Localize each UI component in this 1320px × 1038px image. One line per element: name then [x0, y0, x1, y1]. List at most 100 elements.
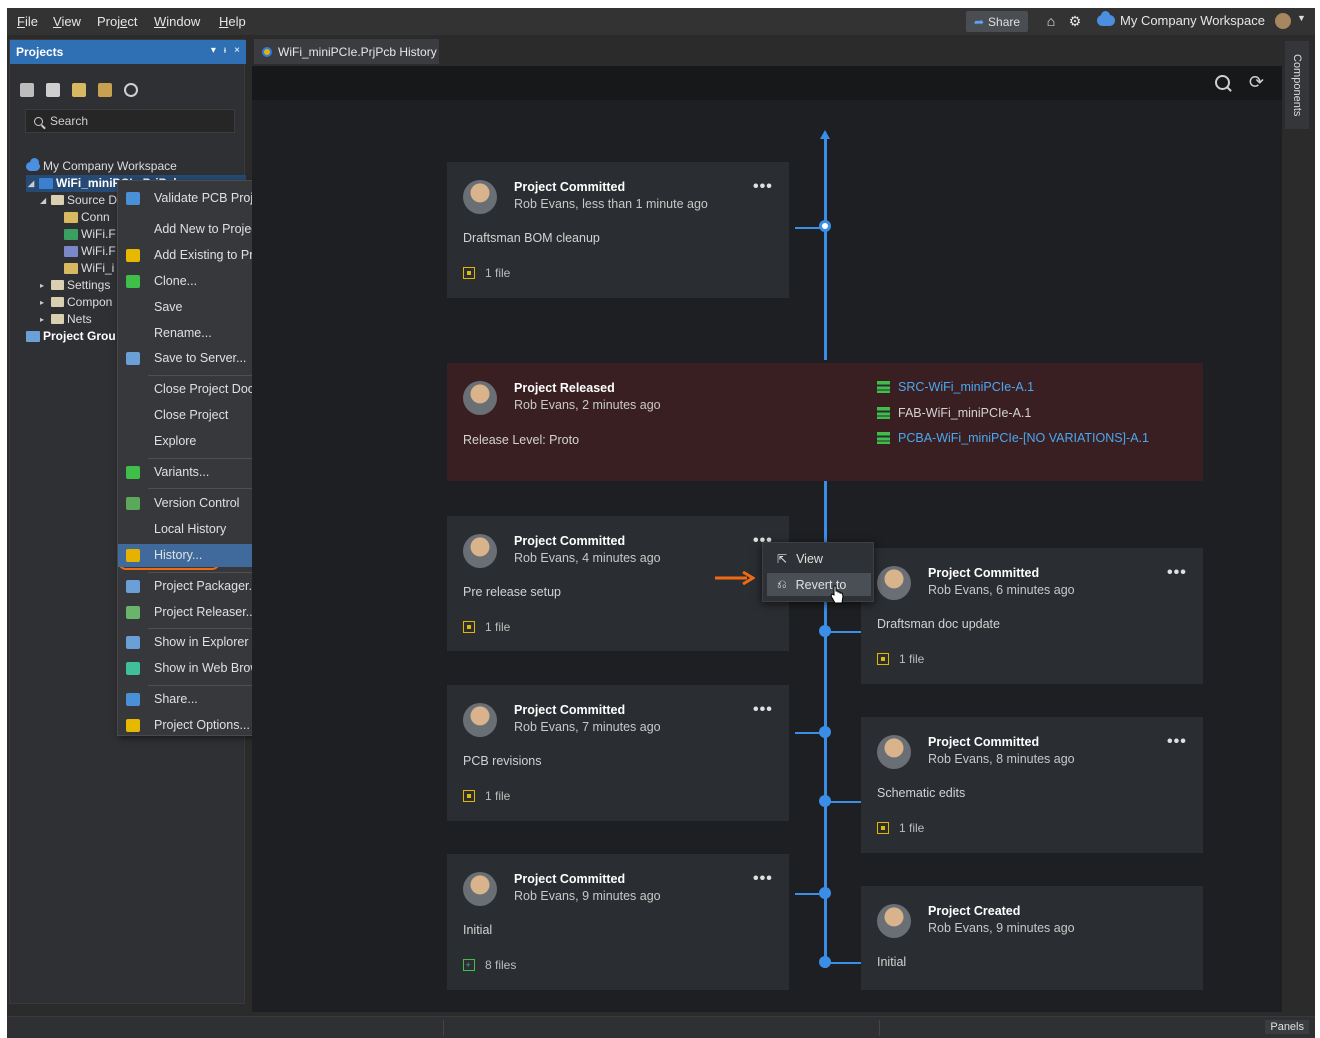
tree-item-project-group[interactable]: Project Grou: [26, 329, 116, 343]
menu-item-label: Close Project: [154, 408, 229, 422]
tree-label: My Company Workspace: [43, 159, 177, 173]
more-options-icon[interactable]: •••: [1167, 733, 1187, 751]
tree-label: Project Grou: [43, 329, 116, 343]
menu-item-label: Clone...: [154, 274, 198, 288]
tree-item-nets[interactable]: ▸ Nets: [40, 312, 92, 326]
history-card-release[interactable]: Project Released Rob Evans, 2 minutes ag…: [447, 363, 1203, 481]
release-link[interactable]: SRC-WiFi_miniPCIe-A.1: [877, 380, 1034, 394]
menu-item-label: Local History: [154, 522, 227, 536]
card-files[interactable]: 8 files: [463, 958, 516, 972]
tree-item-workspace[interactable]: My Company Workspace: [26, 157, 177, 173]
timeline-node[interactable]: [819, 220, 831, 232]
home-icon[interactable]: ⌂: [1043, 13, 1059, 29]
card-description: Draftsman BOM cleanup: [463, 231, 600, 245]
panel-menu-icon[interactable]: ▾: [211, 45, 216, 56]
more-options-icon[interactable]: •••: [753, 178, 773, 196]
pin-icon[interactable]: ᵼ: [224, 45, 226, 56]
clone-icon: [126, 275, 140, 288]
file-icon: [463, 621, 475, 633]
search-placeholder: Search: [50, 114, 89, 128]
card-files[interactable]: 1 file: [877, 821, 924, 835]
tree-item-document[interactable]: Conn: [64, 210, 110, 224]
open-folder-icon[interactable]: [72, 83, 86, 97]
expand-icon[interactable]: ▸: [40, 298, 48, 307]
tab-history[interactable]: WiFi_miniPCIe.PrjPcb History: [254, 39, 439, 64]
projects-search-input[interactable]: Search: [25, 109, 235, 133]
history-card[interactable]: Project Committed Rob Evans, 9 minutes a…: [447, 854, 789, 990]
tree-item-document[interactable]: WiFi_i: [64, 261, 114, 275]
more-options-icon[interactable]: •••: [753, 870, 773, 888]
share-button[interactable]: ➦ Share: [966, 11, 1028, 32]
card-files[interactable]: 1 file: [463, 789, 510, 803]
files-label: 1 file: [899, 821, 925, 835]
avatar: [463, 703, 497, 737]
history-card[interactable]: Project Committed Rob Evans, 7 minutes a…: [447, 685, 789, 821]
search-icon[interactable]: [1214, 74, 1232, 92]
timeline-node[interactable]: [819, 795, 831, 807]
panels-button[interactable]: Panels: [1265, 1020, 1309, 1034]
expand-icon[interactable]: ▸: [40, 315, 48, 324]
collapse-icon[interactable]: ◢: [28, 179, 36, 188]
tree-item-document[interactable]: WiFi.F: [64, 244, 116, 258]
menu-window[interactable]: Window: [154, 14, 200, 29]
close-icon[interactable]: ×: [234, 45, 240, 56]
menu-project[interactable]: Project: [97, 14, 137, 29]
files-label: 8 files: [485, 958, 517, 972]
more-options-icon[interactable]: •••: [1167, 564, 1187, 582]
history-card[interactable]: Project Committed Rob Evans, 8 minutes a…: [861, 717, 1203, 853]
hand-cursor-icon: [830, 585, 844, 604]
app-window: File View Project Window Help ➦ Share ⌂ …: [7, 8, 1315, 1038]
history-card[interactable]: Project Created Rob Evans, 9 minutes ago…: [861, 886, 1203, 990]
menu-bar: File View Project Window Help ➦ Share ⌂ …: [7, 8, 1315, 35]
card-files[interactable]: 1 file: [877, 652, 924, 666]
history-toolbar: ⟳: [252, 66, 1282, 100]
tree-item-components[interactable]: ▸ Compon: [40, 295, 112, 309]
timeline-arrow-icon: [820, 130, 830, 139]
folder-icon[interactable]: [98, 83, 112, 97]
revert-to-menu-item[interactable]: ⎌ Revert to: [767, 573, 871, 596]
card-files[interactable]: 1 file: [463, 620, 510, 634]
share-icon: ➦: [973, 14, 985, 29]
files-added-icon: [463, 959, 475, 971]
release-label: PCBA-WiFi_miniPCIe-[NO VARIATIONS]-A.1: [898, 431, 1149, 445]
card-files[interactable]: 1 file: [463, 266, 510, 280]
menu-help[interactable]: Help: [219, 14, 246, 29]
search-icon: [34, 116, 43, 126]
save-all-icon[interactable]: [46, 83, 60, 97]
card-subtitle: Rob Evans, less than 1 minute ago: [514, 197, 708, 211]
history-card[interactable]: Project Committed Rob Evans, 6 minutes a…: [861, 548, 1203, 684]
user-avatar[interactable]: [1275, 13, 1291, 29]
release-item[interactable]: FAB-WiFi_miniPCIe-A.1: [877, 406, 1031, 420]
status-bar: Panels: [7, 1016, 1315, 1038]
collapse-icon[interactable]: ◢: [40, 196, 48, 205]
settings-icon[interactable]: [124, 83, 138, 97]
menu-file[interactable]: File: [17, 14, 38, 29]
history-card[interactable]: Project Committed Rob Evans, less than 1…: [447, 162, 789, 298]
menu-view[interactable]: View: [53, 14, 81, 29]
timeline-node[interactable]: [819, 625, 831, 637]
folder-icon: [51, 280, 64, 290]
timeline-node[interactable]: [819, 726, 831, 738]
save-icon[interactable]: [20, 83, 34, 97]
release-link[interactable]: PCBA-WiFi_miniPCIe-[NO VARIATIONS]-A.1: [877, 431, 1149, 445]
view-menu-item[interactable]: ⇱ View: [767, 547, 871, 570]
refresh-icon[interactable]: ⟳: [1249, 73, 1264, 91]
gear-icon[interactable]: ⚙: [1067, 13, 1083, 29]
expand-icon[interactable]: ▸: [40, 281, 48, 290]
show-in-web-browser-icon: [126, 662, 140, 675]
tree-item-settings[interactable]: ▸ Settings: [40, 278, 110, 292]
card-description: Release Level: Proto: [463, 433, 580, 447]
timeline-node[interactable]: [819, 887, 831, 899]
menu-item-label: Explore: [154, 434, 197, 448]
timeline-node[interactable]: [819, 956, 831, 968]
tree-label: Nets: [67, 312, 92, 326]
folder-icon: [51, 195, 64, 205]
workspace-selector[interactable]: My Company Workspace: [1097, 11, 1265, 28]
components-side-tab[interactable]: Components: [1285, 41, 1309, 129]
chevron-down-icon[interactable]: ▼: [1297, 13, 1306, 23]
card-subtitle: Rob Evans, 6 minutes ago: [928, 583, 1075, 597]
tree-item-source-documents[interactable]: ◢ Source D: [40, 193, 117, 207]
card-description: PCB revisions: [463, 754, 542, 768]
more-options-icon[interactable]: •••: [753, 701, 773, 719]
tree-item-document[interactable]: WiFi.F: [64, 227, 116, 241]
